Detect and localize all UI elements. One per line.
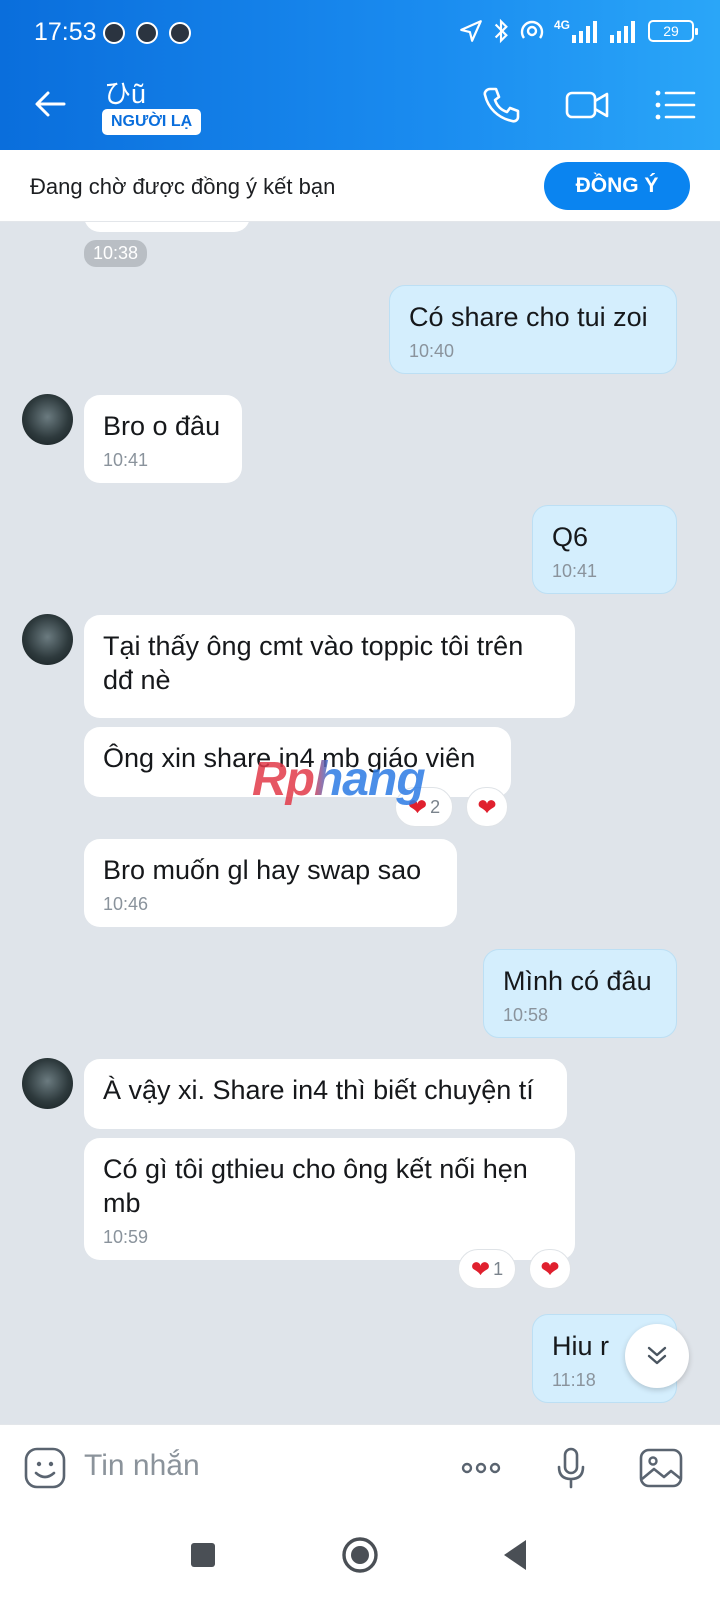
message-input-bar: Tin nhắn (0, 1424, 720, 1510)
recent-apps-button[interactable] (178, 1530, 228, 1580)
phone-icon[interactable] (478, 82, 524, 128)
home-circle-icon (342, 1537, 378, 1573)
location-icon (460, 20, 482, 42)
heart-icon: ❤ (470, 1255, 491, 1282)
reaction-count: 2 (430, 796, 441, 817)
scroll-to-bottom-button[interactable] (625, 1324, 689, 1388)
microphone-icon[interactable] (548, 1445, 594, 1491)
react-button[interactable]: ❤ (466, 787, 508, 827)
message-time: 10:46 (103, 894, 149, 914)
contact-name[interactable]: ひũ (104, 72, 146, 111)
message-text: Hiu r (552, 1331, 610, 1361)
back-arrow-icon[interactable] (30, 84, 70, 124)
sticker-icon[interactable] (22, 1445, 68, 1491)
message-time: 10:41 (552, 561, 598, 581)
signal-icon (610, 21, 635, 43)
reaction-summary[interactable]: ❤ 1 (458, 1249, 516, 1289)
message-time: 10:58 (503, 1005, 549, 1025)
double-chevron-down-icon (647, 1346, 667, 1365)
message-text: À vậy xi. Share in4 thì biết chuyện tí (103, 1075, 534, 1105)
reaction-count: 1 (493, 1258, 504, 1279)
top-bar: 17:53 4G 29 ひũ NGƯỜI LẠ (0, 0, 720, 150)
square-icon (191, 1543, 215, 1567)
message-text: Có gì tôi gthieu cho ông kết nối hẹn mb (103, 1154, 528, 1218)
back-button[interactable] (490, 1530, 540, 1580)
message-text: Bro muốn gl hay swap sao (103, 855, 422, 885)
message-bubble-outgoing[interactable]: Có share cho tui zoi 10:40 (389, 285, 677, 374)
status-bar: 17:53 4G 29 (0, 0, 720, 62)
chat-header: ひũ NGƯỜI LẠ (0, 62, 720, 150)
contact-avatar[interactable] (22, 614, 73, 665)
friend-request-banner: Đang chờ được đồng ý kết bạn ĐỒNG Ý (0, 150, 720, 222)
message-time: 10:41 (103, 450, 149, 470)
time-chip: 10:38 (84, 240, 148, 267)
status-time: 17:53 (34, 18, 97, 46)
message-bubble-incoming[interactable]: Bro o đâu 10:41 (84, 395, 242, 483)
message-text: Có share cho tui zoi (409, 302, 648, 332)
message-bubble-incoming[interactable]: Tại thấy ông cmt vào toppic tôi trên dđ … (84, 615, 575, 718)
notification-app-icon (136, 22, 158, 44)
contact-avatar[interactable] (22, 1058, 73, 1109)
more-options-icon[interactable] (458, 1445, 504, 1491)
message-bubble-incoming[interactable]: À vậy xi. Share in4 thì biết chuyện tí (84, 1059, 567, 1129)
heart-icon: ❤ (540, 1255, 560, 1282)
video-call-icon[interactable] (564, 82, 610, 128)
message-text: Tại thấy ông cmt vào toppic tôi trên dđ … (103, 631, 524, 695)
message-text: Bro o đâu (103, 411, 221, 441)
back-triangle-icon (504, 1540, 526, 1570)
network-type-label: 4G (553, 18, 570, 32)
signal-icon (572, 21, 597, 43)
message-input[interactable]: Tin nhắn (84, 1449, 200, 1483)
message-time: 10:59 (103, 1227, 149, 1247)
friend-request-status: Đang chờ được đồng ý kết bạn (30, 174, 336, 199)
message-bubble-partial[interactable] (84, 222, 250, 232)
message-bubble-outgoing[interactable]: Q6 10:41 (532, 505, 677, 594)
notification-app-icon (169, 22, 191, 44)
message-time: 10:40 (409, 341, 455, 361)
contact-avatar[interactable] (22, 394, 73, 445)
watermark-text: Rphang (252, 753, 426, 806)
message-bubble-incoming[interactable]: Có gì tôi gthieu cho ông kết nối hẹn mb … (84, 1138, 575, 1260)
battery-icon: 29 (648, 20, 698, 42)
status-indicators: 4G 29 (458, 16, 698, 46)
notification-app-icon (103, 22, 125, 44)
stranger-badge: NGƯỜI LẠ (102, 109, 202, 135)
system-nav-bar (0, 1510, 720, 1600)
message-text: Q6 (552, 522, 589, 552)
hotspot-icon (520, 20, 544, 39)
bluetooth-icon (494, 18, 508, 44)
message-list[interactable]: 10:38 Có share cho tui zoi 10:40 Bro o đ… (0, 222, 720, 1424)
accept-friend-button[interactable]: ĐỒNG Ý (544, 162, 690, 210)
message-text: Mình có đâu (503, 966, 652, 996)
message-bubble-incoming[interactable]: Bro muốn gl hay swap sao 10:46 (84, 839, 457, 927)
message-bubble-outgoing[interactable]: Mình có đâu 10:58 (483, 949, 677, 1038)
react-button[interactable]: ❤ (529, 1249, 571, 1289)
heart-icon: ❤ (477, 793, 497, 820)
image-icon[interactable] (638, 1445, 684, 1491)
menu-list-icon[interactable] (652, 82, 698, 128)
home-button[interactable] (335, 1530, 385, 1580)
